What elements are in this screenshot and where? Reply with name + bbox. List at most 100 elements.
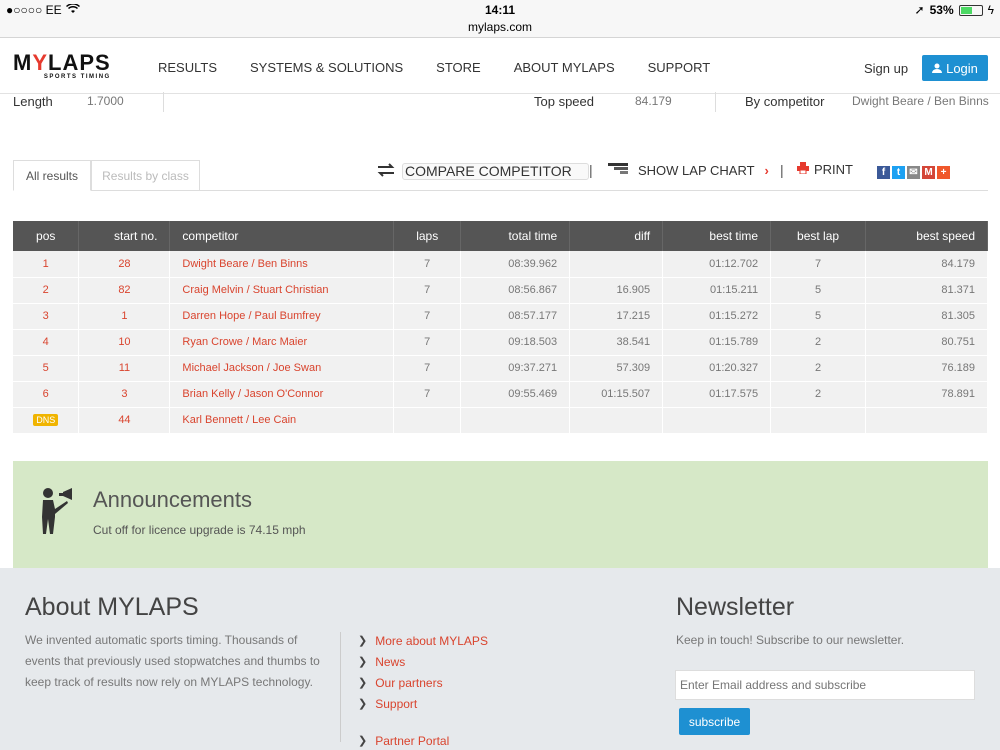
pos-cell: 4 xyxy=(13,329,80,355)
footer-link-partners[interactable]: ❯ Our partners xyxy=(358,672,488,693)
charging-icon: ϟ xyxy=(987,3,994,17)
by-competitor-value: Dwight Beare / Ben Binns xyxy=(852,94,989,108)
best-lap-cell: 2 xyxy=(770,381,867,407)
col-laps[interactable]: laps xyxy=(393,221,462,251)
footer-link-news[interactable]: ❯ News xyxy=(358,651,488,672)
total-time-cell: 08:56.867 xyxy=(460,277,571,303)
footer-link-partner-portal[interactable]: ❯ Partner Portal xyxy=(358,730,488,750)
total-time-cell: 09:37.271 xyxy=(460,355,571,381)
battery-percent: 53% xyxy=(929,3,954,17)
lap-chart-label: SHOW LAP CHART xyxy=(638,163,755,178)
top-speed-value: 84.179 xyxy=(635,94,672,108)
best-speed-cell: 76.189 xyxy=(865,355,988,381)
nav-systems-solutions[interactable]: SYSTEMS & SOLUTIONS xyxy=(250,60,403,75)
url-bar[interactable]: mylaps.com xyxy=(0,20,1000,38)
total-time-cell: 09:55.469 xyxy=(460,381,571,407)
tab-all-results[interactable]: All results xyxy=(13,160,91,191)
best-speed-cell xyxy=(865,407,988,433)
table-row[interactable]: 1 28 Dwight Beare / Ben Binns 7 08:39.96… xyxy=(13,251,988,277)
best-time-cell: 01:12.702 xyxy=(662,251,772,277)
tab-underline xyxy=(200,190,988,191)
results-table: pos start no. competitor laps total time… xyxy=(13,221,988,434)
table-row[interactable]: 4 10 Ryan Crowe / Marc Maier 7 09:18.503… xyxy=(13,329,988,355)
facebook-icon[interactable]: f xyxy=(877,166,890,179)
diff-cell xyxy=(569,407,664,433)
competitor-link[interactable]: Darren Hope / Paul Bumfrey xyxy=(169,303,395,329)
more-share-icon[interactable]: + xyxy=(937,166,950,179)
nav-results[interactable]: RESULTS xyxy=(158,60,217,75)
print-button[interactable]: PRINT xyxy=(797,162,853,177)
col-pos[interactable]: pos xyxy=(13,221,80,251)
footer-links: ❯ More about MYLAPS ❯ News ❯ Our partners ❯… xyxy=(358,630,488,750)
subscribe-button[interactable]: subscribe xyxy=(679,708,750,735)
table-row[interactable]: DNS 44 Karl Bennett / Lee Cain xyxy=(13,407,988,433)
main-nav: RESULTS SYSTEMS & SOLUTIONS STORE ABOUT … xyxy=(158,60,743,75)
compare-label: COMPARE COMPETITOR xyxy=(405,163,572,179)
pos-cell: 6 xyxy=(13,381,80,407)
social-share: f t ✉ M + xyxy=(877,166,950,179)
newsletter-title: Newsletter xyxy=(676,593,795,621)
competitor-link[interactable]: Ryan Crowe / Marc Maier xyxy=(169,329,395,355)
col-total-time[interactable]: total time xyxy=(460,221,571,251)
pos-cell: 2 xyxy=(13,277,80,303)
competitor-link[interactable]: Michael Jackson / Joe Swan xyxy=(169,355,395,381)
compare-competitor-button[interactable]: COMPARE COMPETITOR xyxy=(376,162,589,180)
nav-store[interactable]: STORE xyxy=(436,60,481,75)
swap-arrows-icon xyxy=(376,162,396,180)
best-time-cell: 01:15.272 xyxy=(662,303,772,329)
diff-cell: 38.541 xyxy=(569,329,664,355)
chevron-right-icon: ❯ xyxy=(358,656,368,668)
battery-icon xyxy=(958,4,983,16)
col-best-time[interactable]: best time xyxy=(662,221,772,251)
nav-support[interactable]: SUPPORT xyxy=(648,60,711,75)
best-lap-cell: 5 xyxy=(770,303,867,329)
start-no-cell: 44 xyxy=(78,407,171,433)
top-speed-label: Top speed xyxy=(534,94,594,109)
best-time-cell: 01:15.789 xyxy=(662,329,772,355)
nav-about[interactable]: ABOUT MYLAPS xyxy=(514,60,615,75)
competitor-link[interactable]: Brian Kelly / Jason O'Connor xyxy=(169,381,395,407)
col-start-no[interactable]: start no. xyxy=(78,221,171,251)
table-row[interactable]: 6 3 Brian Kelly / Jason O'Connor 7 09:55… xyxy=(13,381,988,407)
chevron-right-icon: ❯ xyxy=(358,698,368,710)
mylaps-logo[interactable]: MYLAPS SPORTS TIMING xyxy=(13,52,111,81)
laps-cell xyxy=(393,407,462,433)
status-bar: ●○○○○ EE 14:11 ➚ 53% ϟ xyxy=(0,0,1000,20)
total-time-cell xyxy=(460,407,571,433)
chevron-right-icon: ❯ xyxy=(358,635,368,647)
show-lap-chart-button[interactable]: SHOW LAP CHART › xyxy=(608,163,769,178)
tab-results-by-class[interactable]: Results by class xyxy=(91,160,200,191)
pos-cell: 5 xyxy=(13,355,80,381)
best-time-cell xyxy=(662,407,772,433)
col-competitor[interactable]: competitor xyxy=(169,221,395,251)
best-time-cell: 01:20.327 xyxy=(662,355,772,381)
competitor-link[interactable]: Dwight Beare / Ben Binns xyxy=(169,251,395,277)
email-icon[interactable]: ✉ xyxy=(907,166,920,179)
twitter-icon[interactable]: t xyxy=(892,166,905,179)
best-time-cell: 01:17.575 xyxy=(662,381,772,407)
table-row[interactable]: 3 1 Darren Hope / Paul Bumfrey 7 08:57.1… xyxy=(13,303,988,329)
start-no-cell: 3 xyxy=(78,381,171,407)
announcements-panel: Announcements Cut off for licence upgrad… xyxy=(13,461,988,568)
table-row[interactable]: 5 11 Michael Jackson / Joe Swan 7 09:37.… xyxy=(13,355,988,381)
best-speed-cell: 84.179 xyxy=(865,251,988,277)
col-best-lap[interactable]: best lap xyxy=(770,221,867,251)
diff-cell xyxy=(569,251,664,277)
footer-link-more-about[interactable]: ❯ More about MYLAPS xyxy=(358,630,488,651)
col-best-speed[interactable]: best speed xyxy=(865,221,988,251)
gmail-icon[interactable]: M xyxy=(922,166,935,179)
start-no-cell: 28 xyxy=(78,251,171,277)
lap-chart-icon xyxy=(608,163,628,178)
footer-link-support[interactable]: ❯ Support xyxy=(358,693,488,714)
competitor-link[interactable]: Karl Bennett / Lee Cain xyxy=(169,407,395,433)
link-label: Our partners xyxy=(375,675,443,690)
newsletter-email-input[interactable] xyxy=(675,670,975,700)
announcement-text: Cut off for licence upgrade is 74.15 mph xyxy=(93,523,306,537)
signup-link[interactable]: Sign up xyxy=(864,61,908,76)
competitor-link[interactable]: Craig Melvin / Stuart Christian xyxy=(169,277,395,303)
laps-cell: 7 xyxy=(393,381,462,407)
col-diff[interactable]: diff xyxy=(569,221,664,251)
table-row[interactable]: 2 82 Craig Melvin / Stuart Christian 7 0… xyxy=(13,277,988,303)
best-lap-cell xyxy=(770,407,867,433)
login-button[interactable]: Login xyxy=(922,55,988,81)
